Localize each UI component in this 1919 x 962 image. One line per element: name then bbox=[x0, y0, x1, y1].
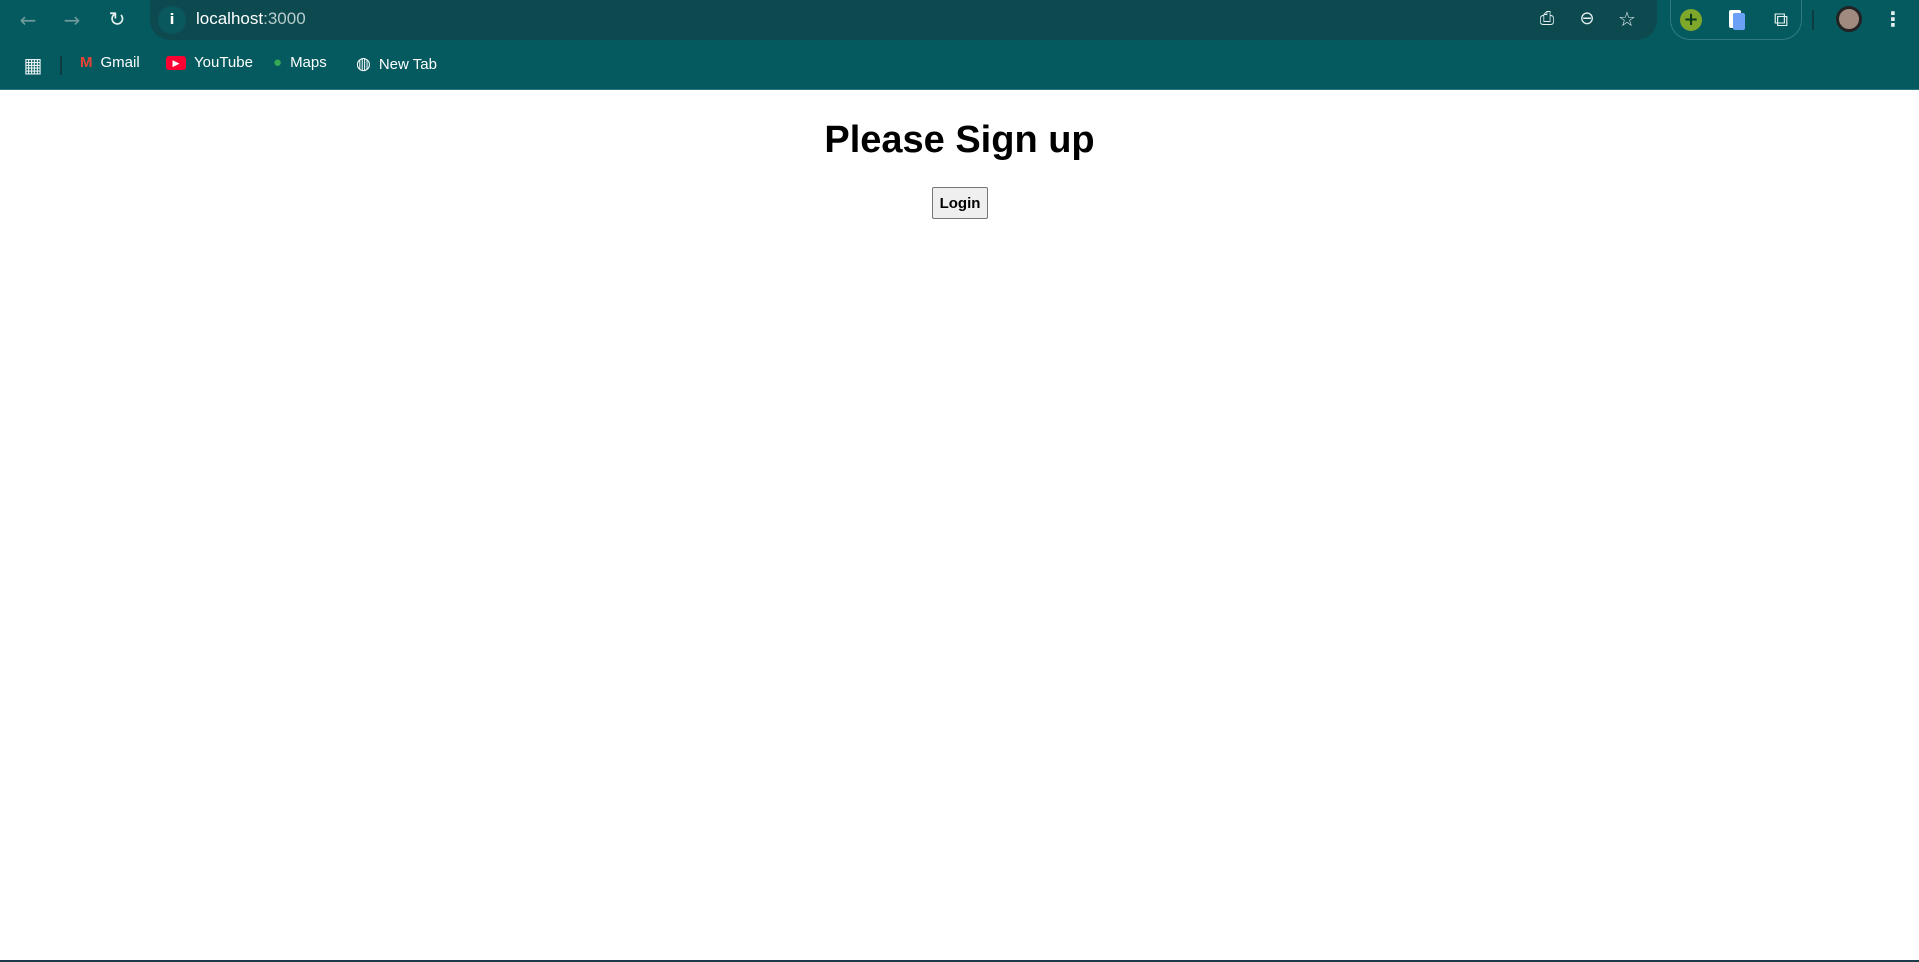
page-title: Please Sign up bbox=[824, 119, 1095, 161]
bookmark-maps[interactable]: ● Maps bbox=[273, 54, 327, 71]
menu-kebab-icon[interactable]: ⋮ bbox=[1879, 7, 1907, 31]
browser-chrome: ← → ↻ i localhost:3000 ⎙ ⊖ ☆ + ⧉ ⋮ ▦ M Gm… bbox=[0, 0, 1919, 90]
url-port: :3000 bbox=[263, 9, 306, 28]
reload-icon[interactable]: ↻ bbox=[103, 7, 131, 31]
divider bbox=[1812, 10, 1814, 30]
bookmark-label: YouTube bbox=[194, 54, 253, 71]
back-icon[interactable]: ← bbox=[14, 8, 42, 32]
bookmark-gmail[interactable]: M Gmail bbox=[80, 54, 140, 71]
apps-grid-icon[interactable]: ▦ bbox=[19, 53, 47, 77]
extensions-puzzle-icon[interactable]: ⧉ bbox=[1767, 7, 1795, 31]
site-info-icon[interactable]: i bbox=[158, 6, 186, 34]
address-bar[interactable]: i localhost:3000 ⎙ ⊖ ☆ bbox=[150, 0, 1657, 40]
gmail-icon: M bbox=[80, 54, 93, 71]
url-host: localhost bbox=[196, 9, 264, 28]
forward-icon[interactable]: → bbox=[58, 8, 86, 32]
page-content: Please Sign up Login bbox=[0, 91, 1919, 962]
login-button[interactable]: Login bbox=[932, 187, 988, 219]
bookmark-new-tab[interactable]: ◍ New Tab bbox=[356, 54, 437, 74]
youtube-icon: ▶ bbox=[166, 55, 186, 70]
bookmark-star-icon[interactable]: ☆ bbox=[1613, 7, 1641, 31]
bookmark-youtube[interactable]: ▶ YouTube bbox=[166, 54, 253, 71]
extension-plus-icon[interactable]: + bbox=[1680, 9, 1702, 31]
profile-avatar[interactable] bbox=[1836, 6, 1862, 32]
divider bbox=[60, 56, 62, 75]
bookmark-label: Gmail bbox=[100, 54, 140, 71]
bookmark-label: New Tab bbox=[378, 55, 437, 73]
url-text[interactable]: localhost:3000 bbox=[196, 9, 306, 29]
maps-icon: ● bbox=[273, 54, 283, 71]
zoom-out-icon[interactable]: ⊖ bbox=[1573, 7, 1601, 31]
bookmark-label: Maps bbox=[290, 54, 327, 71]
globe-icon: ◍ bbox=[356, 54, 371, 73]
extension-copy-icon[interactable] bbox=[1733, 13, 1745, 30]
install-app-icon[interactable]: ⎙ bbox=[1533, 7, 1561, 31]
